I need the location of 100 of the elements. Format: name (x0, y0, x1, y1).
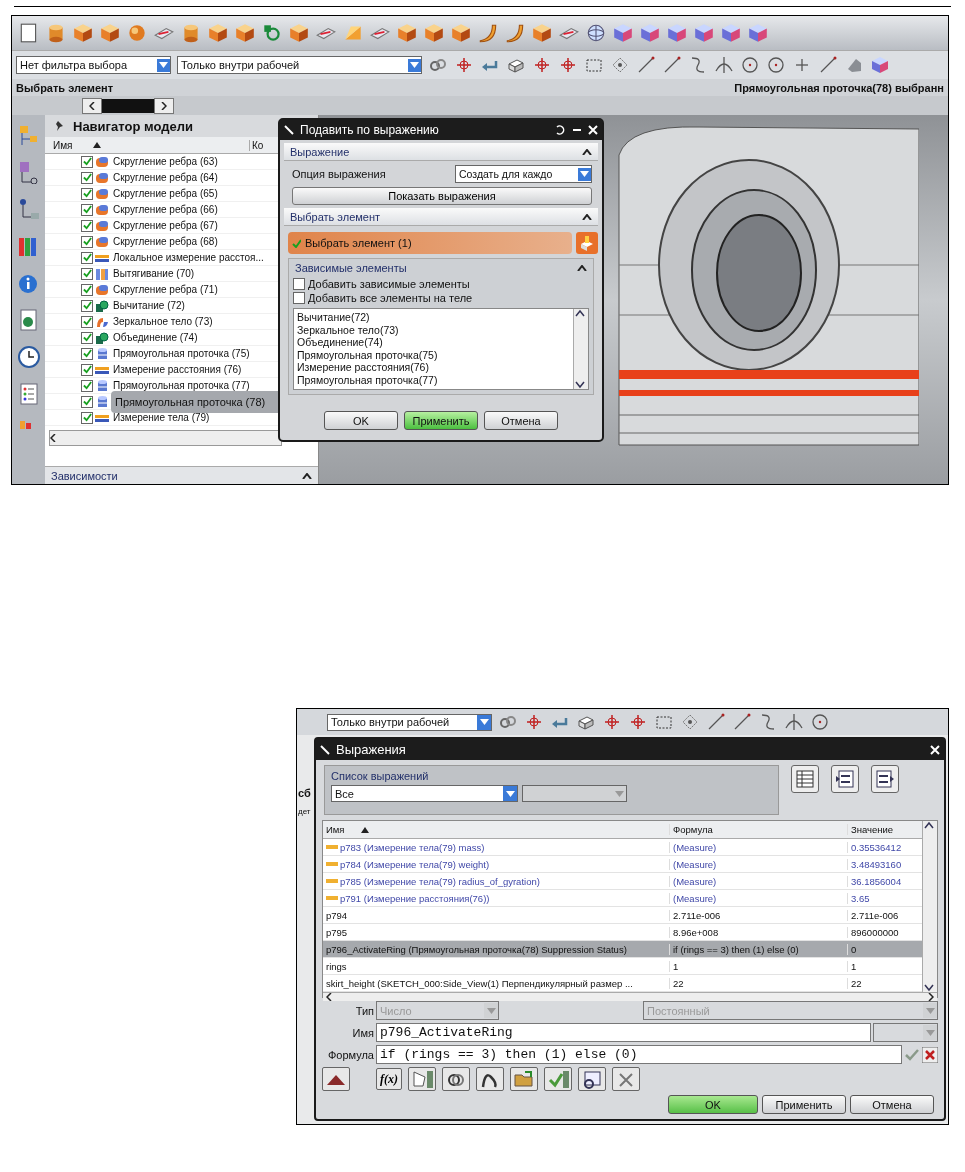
toolbar-button[interactable] (322, 1067, 350, 1091)
circle-icon[interactable] (810, 712, 830, 732)
column-header[interactable]: Имя (45, 139, 93, 151)
checkbox-label[interactable]: Добавить все элементы на теле (308, 292, 473, 304)
cube-icon[interactable] (747, 22, 769, 44)
checkbox[interactable] (81, 411, 93, 424)
table-row[interactable]: p785 (Измерение тела(79) radius_of_gyration) (Measure) 36.1856004 (323, 873, 922, 890)
checkbox[interactable] (81, 395, 93, 408)
checkbox[interactable] (293, 292, 305, 304)
crosshair-icon[interactable] (532, 55, 552, 75)
toolbar-button[interactable] (442, 1067, 470, 1091)
dialog-button[interactable]: Применить (762, 1095, 846, 1114)
cube-icon[interactable] (234, 22, 256, 44)
line-icon[interactable] (662, 55, 682, 75)
dropdown-caret-icon[interactable] (479, 719, 489, 725)
dialog-button[interactable]: Отмена (850, 1095, 934, 1114)
dialog-button[interactable]: OK (668, 1095, 758, 1114)
toolbar-button[interactable] (578, 1067, 606, 1091)
checkbox[interactable] (81, 283, 93, 296)
collapse-chevron-icon[interactable] (582, 213, 592, 220)
list-item[interactable]: Зеркальное тело(73) (297, 323, 570, 336)
crosshair-icon[interactable] (524, 712, 544, 732)
table-row[interactable]: p784 (Измерение тела(79) weight) (Measure) 3.48493160 (323, 856, 922, 873)
close-icon[interactable] (930, 744, 940, 755)
dropdown-caret-icon[interactable] (159, 62, 168, 68)
scroll-thumb[interactable] (102, 98, 154, 113)
cube-icon[interactable] (639, 22, 661, 44)
checkbox-label[interactable]: Добавить зависимые элементы (308, 278, 470, 290)
dropdown-caret-icon[interactable] (410, 62, 419, 68)
table-row[interactable]: p796_ActivateRing (Прямоугольная проточка(78) Suppression Status) if (rings == 3) then (1) else (0) 0 (323, 941, 922, 958)
wireframe-sphere-icon[interactable] (585, 22, 607, 44)
cube-icon[interactable] (870, 55, 890, 75)
crosshair-icon[interactable] (602, 712, 622, 732)
reset-icon[interactable] (554, 124, 566, 136)
circle-icon[interactable] (740, 55, 760, 75)
sphere-icon[interactable] (126, 22, 148, 44)
filter-dropdown[interactable]: Только внутри рабочей (177, 56, 422, 74)
dropdown-caret-icon[interactable] (580, 171, 589, 177)
crosshair-icon[interactable] (454, 55, 474, 75)
line-icon[interactable] (706, 712, 726, 732)
list-item[interactable]: Прямоугольная проточка(75) (297, 348, 570, 361)
toolbar-button[interactable] (831, 765, 859, 793)
line-icon[interactable] (636, 55, 656, 75)
toolbar-button[interactable] (476, 1067, 504, 1091)
dropdown-caret-icon[interactable] (505, 790, 515, 797)
scroll-left-button[interactable] (82, 97, 102, 114)
checkbox[interactable] (81, 347, 93, 360)
show-expressions-button[interactable]: Показать выражения (292, 187, 592, 205)
vertical-scrollbar[interactable] (573, 309, 588, 389)
filter-dropdown[interactable]: Нет фильтра выбора (16, 56, 171, 74)
line-icon[interactable] (732, 712, 752, 732)
checkbox[interactable] (81, 315, 93, 328)
column-header[interactable]: Формула (669, 824, 847, 835)
checkbox[interactable] (81, 379, 93, 392)
intersection-icon[interactable] (784, 712, 804, 732)
collapse-chevron-icon[interactable] (302, 473, 312, 479)
node-diamond-icon[interactable] (680, 712, 700, 732)
checkbox[interactable] (81, 219, 93, 232)
function-button[interactable]: f(x) (376, 1068, 402, 1090)
dialog-button[interactable]: Применить (404, 411, 478, 430)
checkbox[interactable] (293, 278, 305, 290)
column-header[interactable]: Имя (326, 824, 345, 835)
cancel-x-icon[interactable] (922, 1046, 938, 1063)
cube-icon[interactable] (612, 22, 634, 44)
select-feature-icon[interactable] (576, 232, 598, 254)
cube-icon[interactable] (207, 22, 229, 44)
table-row[interactable]: p783 (Измерение тела(79) mass) (Measure) 0.35536412 (323, 839, 922, 856)
checkbox[interactable] (81, 267, 93, 280)
filter-dropdown[interactable]: Все (331, 785, 518, 802)
collapse-chevron-icon[interactable] (582, 148, 592, 155)
checkbox[interactable] (81, 235, 93, 248)
node-icon[interactable] (261, 22, 283, 44)
circle-icon[interactable] (766, 55, 786, 75)
dialog-button[interactable]: Отмена (484, 411, 558, 430)
cube-icon[interactable] (450, 22, 472, 44)
curved-sheet-icon[interactable] (504, 22, 526, 44)
checkbox[interactable] (81, 187, 93, 200)
option-dropdown[interactable]: Создать для каждо (455, 165, 592, 183)
checkbox[interactable] (81, 331, 93, 344)
clock-icon[interactable] (16, 345, 41, 369)
checkbox[interactable] (81, 155, 93, 168)
cube-icon[interactable] (396, 22, 418, 44)
vertical-scrollbar[interactable] (922, 821, 937, 992)
toolbar-button[interactable] (408, 1067, 436, 1091)
cube-icon[interactable] (72, 22, 94, 44)
selection-step[interactable]: Выбрать элемент (1) (288, 232, 572, 254)
toolbar-button[interactable] (871, 765, 899, 793)
cube-icon[interactable] (531, 22, 553, 44)
list-item[interactable]: Вычитание(72) (297, 311, 570, 324)
list-item[interactable]: Объединение(74) (297, 336, 570, 349)
filter-dropdown[interactable]: Только внутри рабочей (327, 713, 492, 731)
crosshair-icon[interactable] (628, 712, 648, 732)
crosshair-icon[interactable] (558, 55, 578, 75)
checkbox[interactable] (81, 251, 93, 264)
checkbox[interactable] (81, 299, 93, 312)
curved-sheet-icon[interactable] (477, 22, 499, 44)
checkbox[interactable] (81, 171, 93, 184)
cube-icon[interactable] (288, 22, 310, 44)
horizontal-scrollbar[interactable] (323, 992, 937, 1001)
table-row[interactable]: p794 2.711e-006 2.711e-006 (323, 907, 922, 924)
